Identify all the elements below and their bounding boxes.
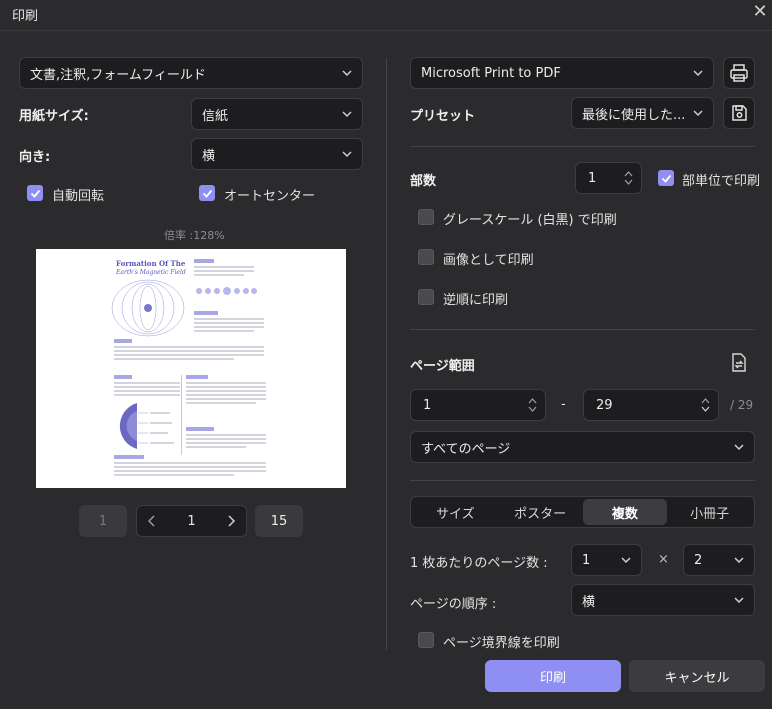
print-preview: Formation Of The Earth's Magnetic Field [36,249,346,488]
range-select[interactable]: すべてのページ [410,431,755,463]
collate-label: 部単位で印刷 [682,174,761,189]
increment-icon[interactable] [701,398,710,404]
moon-phases [196,287,257,295]
page-navigator: 1 [136,505,247,537]
printer-select[interactable]: Microsoft Print to PDF [410,57,714,89]
check-icon [30,189,40,198]
range-from-input[interactable]: 1 [410,389,546,421]
chevron-left-icon[interactable] [147,515,157,527]
pages-per-sheet-a-value: 1 [582,552,591,568]
preset-label: プリセット [410,109,476,124]
cancel-button[interactable]: キャンセル [629,660,765,692]
page-range-label: ページ範囲 [410,359,475,374]
increment-icon[interactable] [528,398,537,404]
page-order-value: 横 [582,594,596,610]
copies-input[interactable]: 1 [575,162,642,194]
last-page-button[interactable]: 15 [255,505,303,537]
auto-rotate-label: 自動回転 [52,189,105,204]
title-divider [0,30,772,31]
print-button[interactable]: 印刷 [485,660,621,692]
range-to-value: 29 [596,397,613,413]
auto-rotate-checkbox[interactable] [27,185,43,201]
chevron-down-icon [734,444,744,451]
increment-icon[interactable] [624,171,633,177]
preview-title: Formation Of The [116,259,186,268]
print-border-label: ページ境界線を印刷 [443,636,560,651]
printer-icon [730,64,748,82]
as-image-checkbox[interactable] [418,249,434,265]
orientation-select[interactable]: 横 [191,138,363,170]
orientation-value: 横 [202,148,216,164]
range-total: / 29 [730,398,754,412]
paper-size-label: 用紙サイズ: [19,109,89,124]
check-icon [202,189,212,198]
page-order-label: ページの順序 : [410,597,497,612]
orientation-label: 向き: [19,150,51,165]
earth-layers-diagram [119,403,174,449]
paper-size-value: 信紙 [202,108,229,124]
range-to-input[interactable]: 29 [583,389,719,421]
tab-booklet[interactable]: 小冊子 [667,499,752,525]
close-icon[interactable]: ✕ [750,2,770,22]
zoom-label: 倍率 :128% [164,229,225,242]
printer-value: Microsoft Print to PDF [421,65,561,81]
collate-checkbox[interactable] [658,170,674,186]
pages-per-sheet-b-select[interactable]: 2 [683,544,755,576]
decrement-icon[interactable] [528,406,537,412]
grayscale-checkbox[interactable] [418,209,434,225]
reverse-order-checkbox[interactable] [418,289,434,305]
copies-label: 部数 [410,174,437,189]
decrement-icon[interactable] [701,406,710,412]
save-preset-button[interactable] [723,97,755,129]
paper-size-select[interactable]: 信紙 [191,98,363,130]
printer-properties-button[interactable] [723,57,755,89]
chevron-down-icon [693,70,703,77]
section-divider [410,480,755,481]
tab-poster[interactable]: ポスター [498,499,583,525]
window-title: 印刷 [12,9,39,24]
chevron-down-icon [734,557,744,564]
copies-value: 1 [588,170,597,186]
column-divider [386,58,387,650]
section-divider [410,146,755,147]
first-page-button[interactable]: 1 [79,505,127,537]
chevron-right-icon[interactable] [226,515,236,527]
magnetic-field-diagram [111,279,185,337]
check-icon [661,174,671,183]
layout-tabs: サイズ ポスター 複数 小冊子 [410,496,755,528]
decrement-icon[interactable] [624,179,633,185]
range-from-value: 1 [423,397,432,413]
chevron-down-icon [734,597,744,604]
page-order-select[interactable]: 横 [571,584,755,616]
pages-per-sheet-b-value: 2 [694,552,703,568]
pages-per-sheet-a-select[interactable]: 1 [571,544,642,576]
preset-select[interactable]: 最後に使用した... [571,97,714,129]
chevron-down-icon [693,110,703,117]
times-sign: × [658,552,669,567]
auto-center-checkbox[interactable] [199,185,215,201]
save-icon [732,105,747,121]
preview-subtitle: Earth's Magnetic Field [116,269,186,276]
tab-multiple[interactable]: 複数 [582,499,668,525]
pages-per-sheet-label: 1 枚あたりのページ数 : [410,556,548,571]
chevron-down-icon [342,70,352,77]
tab-size[interactable]: サイズ [413,499,498,525]
reverse-order-label: 逆順に印刷 [443,293,509,308]
content-select-value: 文書,注釈,フォームフィールド [30,67,206,83]
range-dash: - [561,397,566,412]
auto-center-label: オートセンター [224,189,316,204]
chevron-down-icon [342,151,352,158]
print-border-checkbox[interactable] [418,632,434,648]
preset-value: 最後に使用した... [582,107,686,123]
current-page-input[interactable]: 1 [187,514,195,529]
grayscale-label: グレースケール (白黒) で印刷 [443,213,617,228]
chevron-down-icon [621,557,631,564]
as-image-label: 画像として印刷 [443,253,534,268]
range-select-value: すべてのページ [421,441,511,457]
content-select[interactable]: 文書,注釈,フォームフィールド [19,57,363,89]
chevron-down-icon [342,111,352,118]
page-range-swap-icon[interactable] [729,352,749,374]
section-divider [410,329,755,330]
